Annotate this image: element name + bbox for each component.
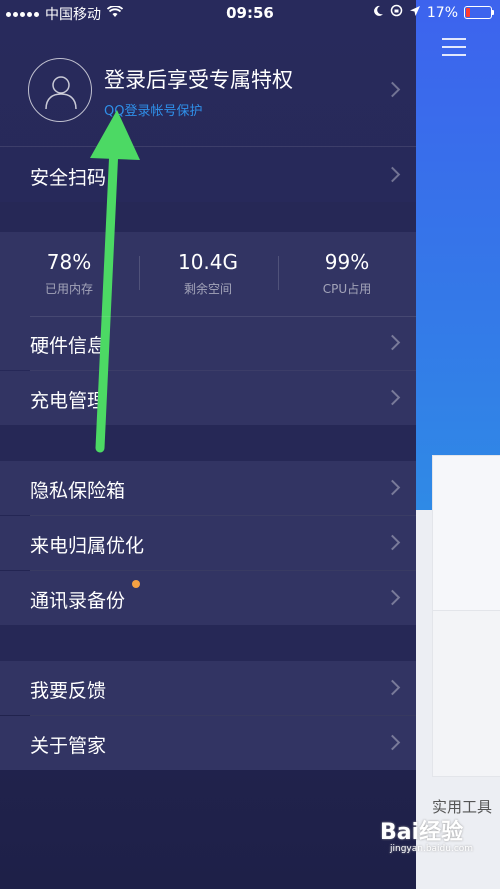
avatar-icon[interactable] bbox=[28, 58, 92, 122]
baidu-jingyan-watermark: Bai经验 jingyan.baidu.com bbox=[380, 814, 473, 854]
chevron-right-icon bbox=[384, 479, 401, 496]
stat-storage: 10.4G 剩余空间 bbox=[139, 250, 277, 297]
battery-level-fill bbox=[466, 8, 470, 17]
stat-value: 99% bbox=[324, 250, 370, 274]
menu-item-caller-opt[interactable]: 来电归属优化 bbox=[0, 516, 416, 570]
battery-icon bbox=[464, 6, 494, 19]
chevron-right-icon bbox=[384, 534, 401, 551]
chevron-right-icon bbox=[384, 679, 401, 696]
stat-memory: 78% 已用内存 bbox=[0, 250, 138, 297]
menu-item-privacy-box[interactable]: 隐私保险箱 bbox=[0, 461, 416, 515]
stat-caption: 已用内存 bbox=[44, 282, 93, 296]
stat-caption: 剩余空间 bbox=[183, 282, 232, 296]
menu-item-label: 充电管理 bbox=[30, 390, 107, 412]
qq-login-link[interactable]: QQ登录帐号保护 bbox=[104, 100, 202, 119]
side-drawer: 登录后享受专属特权 QQ登录帐号保护 安全扫码 78% 已用内存 10.4G 剩… bbox=[0, 0, 416, 889]
menu-item-label: 通讯录备份 bbox=[30, 590, 126, 612]
menu-item-about[interactable]: 关于管家 bbox=[0, 716, 416, 770]
section-gap bbox=[0, 625, 416, 661]
wifi-icon bbox=[106, 5, 124, 22]
hamburger-menu-icon[interactable] bbox=[442, 38, 466, 62]
menu-item-label: 隐私保险箱 bbox=[30, 480, 126, 502]
menu-item-label: 来电归属优化 bbox=[30, 535, 145, 557]
menu-item-label: 关于管家 bbox=[30, 735, 107, 757]
battery-percent: 17% bbox=[426, 4, 458, 21]
chevron-right-icon bbox=[384, 81, 401, 98]
carrier-name: 中国移动 bbox=[45, 7, 101, 23]
chevron-right-icon bbox=[384, 589, 401, 606]
login-title: 登录后享受专属特权 bbox=[104, 68, 293, 92]
signal-icon bbox=[6, 11, 39, 17]
background-card bbox=[432, 455, 500, 612]
login-row[interactable]: 登录后享受专属特权 QQ登录帐号保护 bbox=[0, 28, 416, 146]
divider bbox=[30, 316, 416, 317]
chevron-right-icon bbox=[384, 734, 401, 751]
menu-item-label: 安全扫码 bbox=[30, 167, 107, 189]
stat-value: 10.4G bbox=[177, 250, 239, 274]
menu-item-contacts-backup[interactable]: 通讯录备份 bbox=[0, 571, 416, 625]
background-app[interactable]: 实用工具 bbox=[416, 0, 500, 889]
status-bar: 中国移动 09:56 17% bbox=[0, 0, 500, 28]
menu-item-scan[interactable]: 安全扫码 bbox=[0, 148, 416, 202]
chevron-right-icon bbox=[384, 166, 401, 183]
background-card bbox=[432, 610, 500, 777]
moon-icon bbox=[372, 5, 384, 21]
background-header bbox=[416, 0, 500, 510]
watermark-url: jingyan.baidu.com bbox=[390, 844, 474, 854]
location-icon bbox=[409, 5, 421, 21]
chevron-right-icon bbox=[384, 389, 401, 406]
stat-cpu: 99% CPU占用 bbox=[278, 250, 416, 297]
menu-item-hardware[interactable]: 硬件信息 bbox=[0, 316, 416, 370]
watermark-brand: Bai经验 bbox=[380, 820, 464, 845]
menu-item-label: 我要反馈 bbox=[30, 680, 107, 702]
menu-item-label: 硬件信息 bbox=[30, 335, 107, 357]
stat-value: 78% bbox=[46, 250, 92, 274]
section-gap bbox=[0, 425, 416, 461]
divider bbox=[0, 146, 416, 147]
section-gap bbox=[0, 202, 416, 232]
device-stats: 78% 已用内存 10.4G 剩余空间 99% CPU占用 bbox=[0, 232, 416, 316]
new-badge-dot bbox=[132, 580, 140, 588]
stat-caption: CPU占用 bbox=[322, 282, 372, 296]
menu-item-charging[interactable]: 充电管理 bbox=[0, 371, 416, 425]
rotation-lock-icon bbox=[390, 4, 403, 21]
menu-item-feedback[interactable]: 我要反馈 bbox=[0, 661, 416, 715]
chevron-right-icon bbox=[384, 334, 401, 351]
